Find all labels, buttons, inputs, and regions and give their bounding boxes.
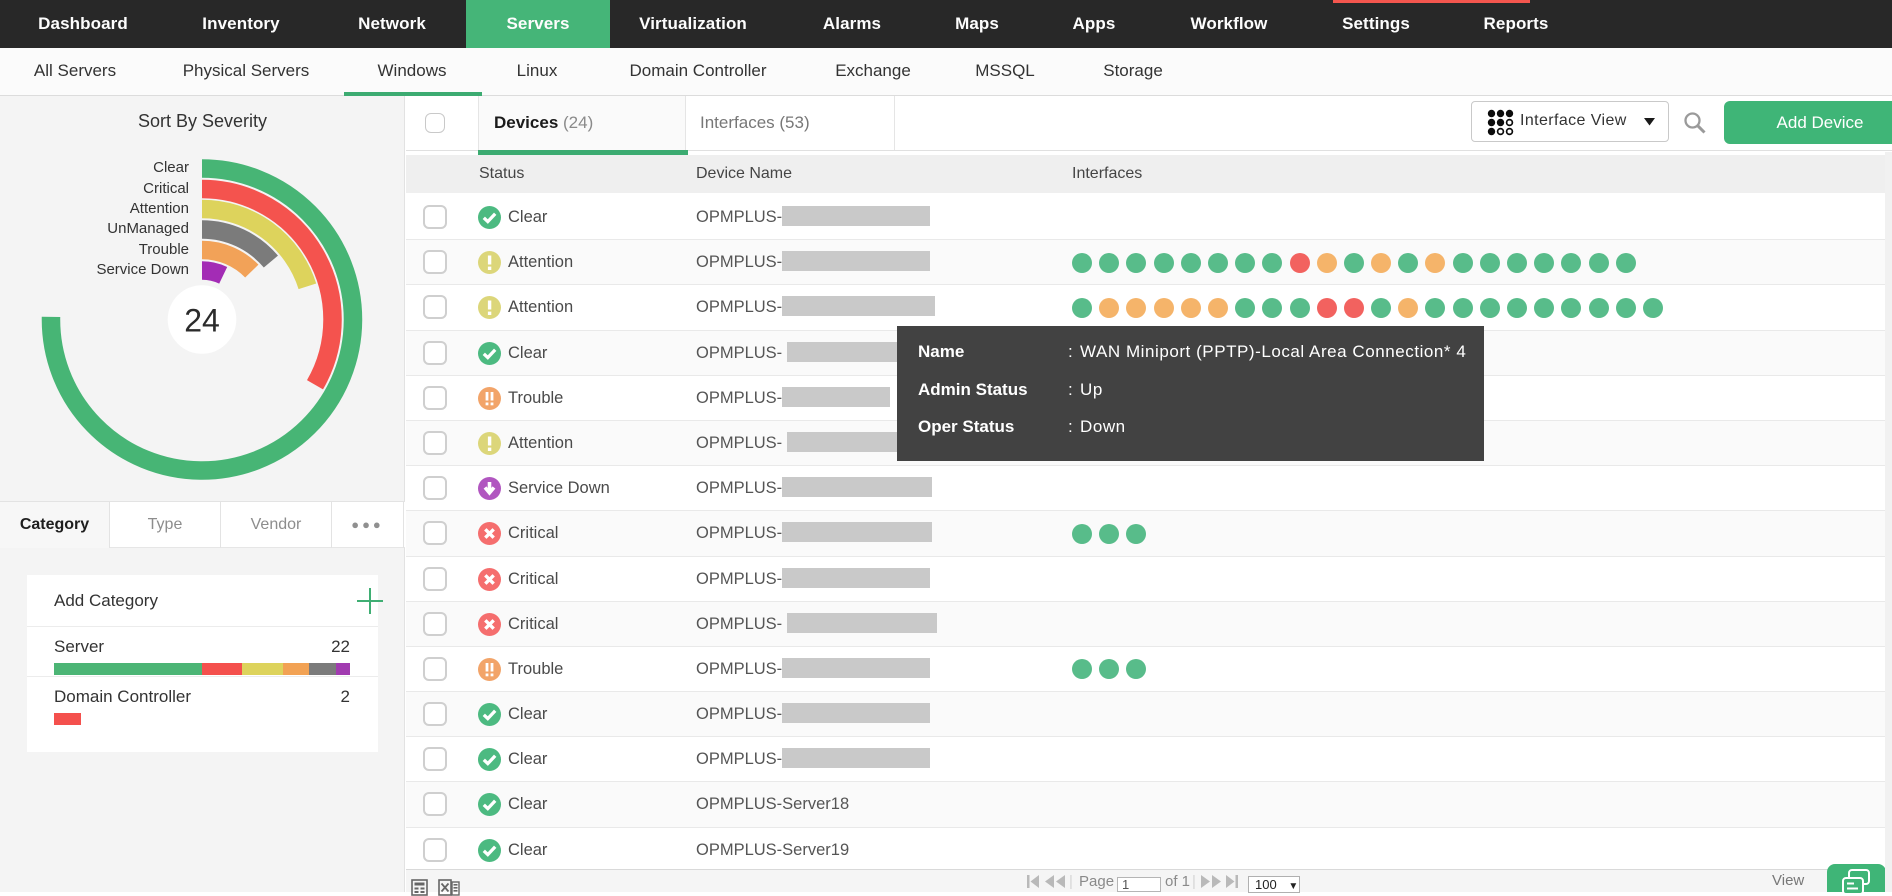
svg-text:24: 24 — [184, 303, 220, 339]
